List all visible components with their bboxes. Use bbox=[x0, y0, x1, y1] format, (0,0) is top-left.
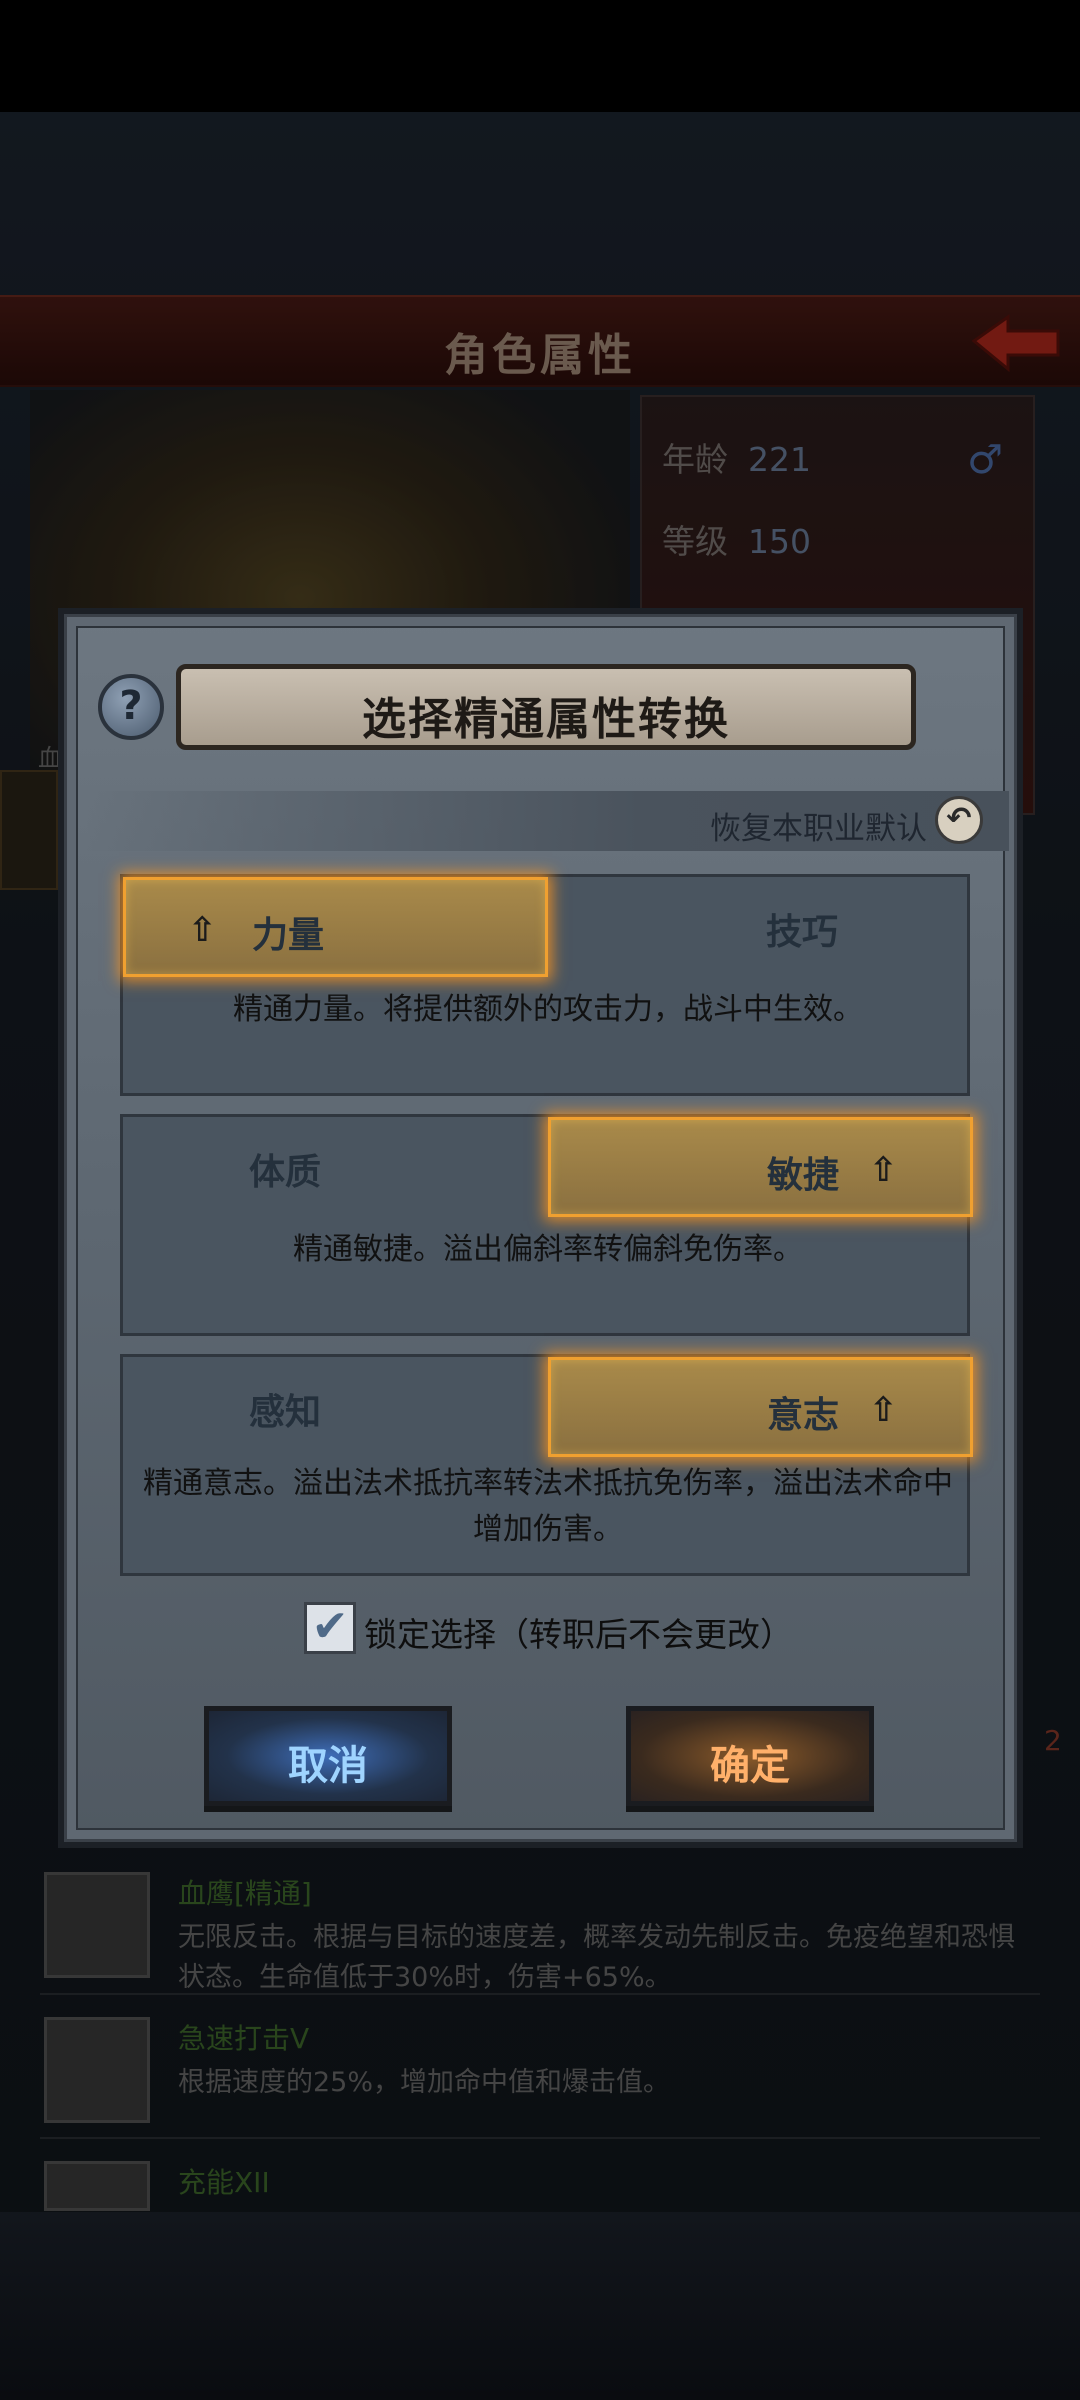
arrow-up-icon: ⇧ bbox=[869, 1390, 898, 1430]
reset-default-label: 恢复本职业默认 bbox=[710, 811, 927, 847]
status-bar bbox=[0, 0, 1080, 112]
attribute-pair: ⇧ 力量 技巧 精通力量。将提供额外的攻击力，战斗中生效。 bbox=[120, 874, 970, 1096]
cancel-label: 取消 bbox=[288, 1743, 368, 1789]
arrow-up-icon: ⇧ bbox=[869, 1150, 898, 1190]
arrow-up-icon: ⇧ bbox=[188, 910, 217, 950]
cancel-button[interactable]: 取消 bbox=[204, 1706, 452, 1806]
attribute-label: 感知 bbox=[249, 1392, 322, 1433]
help-icon[interactable]: ? bbox=[98, 674, 164, 740]
attribute-description: 精通力量。将提供额外的攻击力，战斗中生效。 bbox=[233, 992, 863, 1027]
attribute-option-strength[interactable]: ⇧ 力量 bbox=[123, 877, 548, 977]
confirm-button[interactable]: 确定 bbox=[626, 1706, 874, 1806]
attribute-pair: 感知 意志 ⇧ 精通意志。溢出法术抵抗率转法术抵抗免伤率，溢出法术命中 增加伤害… bbox=[120, 1354, 973, 1576]
attribute-label: 敏捷 bbox=[767, 1155, 840, 1196]
attribute-label: 意志 bbox=[767, 1395, 840, 1436]
lock-checkbox[interactable]: ✔ bbox=[304, 1602, 356, 1654]
attribute-option-will[interactable]: 意志 ⇧ bbox=[548, 1357, 973, 1457]
undo-icon: ↶ bbox=[935, 796, 983, 844]
title-banner: 选择精通属性转换 bbox=[176, 664, 916, 750]
attribute-option-agility[interactable]: 敏捷 ⇧ bbox=[548, 1117, 973, 1217]
attribute-option-skill[interactable]: 技巧 bbox=[548, 877, 973, 977]
attribute-label: 技巧 bbox=[766, 912, 839, 953]
bottom-area bbox=[0, 2212, 1080, 2400]
attribute-description-line: 精通意志。溢出法术抵抗率转法术抵抗免伤率，溢出法术命中 bbox=[143, 1466, 953, 1501]
dialog-title: 选择精通属性转换 bbox=[362, 694, 730, 745]
attribute-pair: 体质 敏捷 ⇧ 精通敏捷。溢出偏斜率转偏斜免伤率。 bbox=[120, 1114, 973, 1336]
lock-label: 锁定选择（转职后不会更改） bbox=[364, 1615, 793, 1654]
attribute-option-constitution[interactable]: 体质 bbox=[123, 1117, 548, 1217]
attribute-description: 精通敏捷。溢出偏斜率转偏斜免伤率。 bbox=[293, 1232, 803, 1267]
attribute-description: 精通意志。溢出法术抵抗率转法术抵抗免伤率，溢出法术命中 增加伤害。 bbox=[133, 1461, 963, 1553]
attribute-label: 体质 bbox=[249, 1152, 322, 1193]
attribute-option-perception[interactable]: 感知 bbox=[123, 1357, 548, 1457]
attribute-description-line: 增加伤害。 bbox=[473, 1512, 623, 1547]
attribute-label: 力量 bbox=[252, 915, 325, 956]
mastery-dialog: ? 选择精通属性转换 恢复本职业默认 ↶ ⇧ 力量 技巧 精通力量。将提供额外的… bbox=[58, 608, 1023, 1848]
reset-default-button[interactable]: 恢复本职业默认 ↶ bbox=[84, 791, 1009, 851]
confirm-label: 确定 bbox=[710, 1743, 790, 1789]
